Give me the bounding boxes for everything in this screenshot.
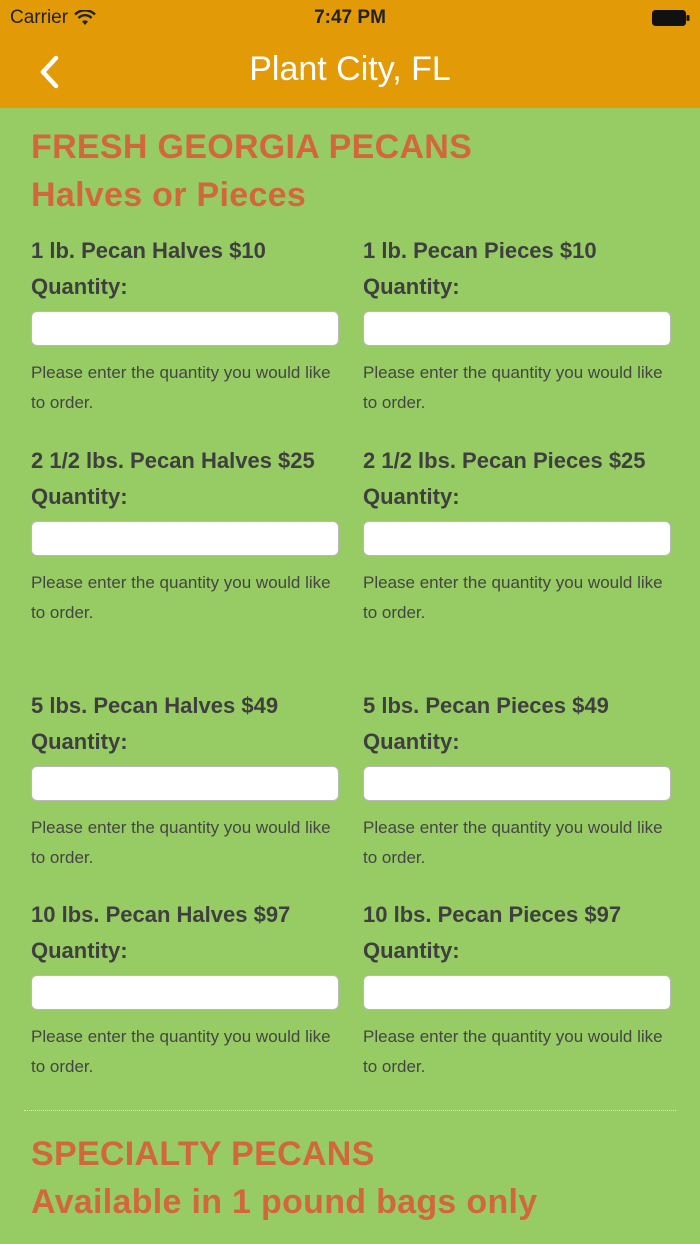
section-title-fresh-pecans: FRESH GEORGIA PECANS: [31, 128, 473, 166]
quantity-label: Quantity:: [363, 729, 460, 754]
navigation-bar: Plant City, FL: [0, 36, 700, 108]
quantity-label: Quantity:: [31, 274, 128, 299]
product-name: 2 1/2 lbs. Pecan Halves $25: [31, 448, 315, 473]
product-10lb-halves: 10 lbs. Pecan Halves $97 Quantity: Pleas…: [31, 897, 341, 1082]
product-1lb-pieces: 1 lb. Pecan Pieces $10 Quantity: Please …: [363, 233, 673, 418]
product-name: 10 lbs. Pecan Pieces $97: [363, 902, 622, 927]
help-text: Please enter the quantity you would like…: [31, 1027, 331, 1076]
quantity-label: Quantity:: [31, 484, 128, 509]
help-text: Please enter the quantity you would like…: [363, 818, 663, 867]
quantity-label: Quantity:: [363, 274, 460, 299]
help-text: Please enter the quantity you would like…: [363, 1027, 663, 1076]
product-name: 5 lbs. Pecan Halves $49: [31, 693, 279, 718]
product-name: 2 1/2 lbs. Pecan Pieces $25: [363, 448, 646, 473]
product-2-5lb-halves: 2 1/2 lbs. Pecan Halves $25 Quantity: Pl…: [31, 443, 341, 628]
status-time: 7:47 PM: [314, 7, 386, 28]
section-divider: [24, 1110, 676, 1111]
product-5lb-pieces: 5 lbs. Pecan Pieces $49 Quantity: Please…: [363, 688, 673, 873]
help-text: Please enter the quantity you would like…: [363, 573, 663, 622]
quantity-input[interactable]: [31, 311, 339, 346]
battery-icon: [652, 10, 690, 26]
help-text: Please enter the quantity you would like…: [31, 573, 331, 622]
help-text: Please enter the quantity you would like…: [363, 363, 663, 412]
product-name: 10 lbs. Pecan Halves $97: [31, 902, 291, 927]
header: Carrier 7:47 PM Plant City, FL: [0, 0, 700, 108]
quantity-input[interactable]: [363, 311, 671, 346]
quantity-input[interactable]: [31, 766, 339, 801]
quantity-input[interactable]: [363, 521, 671, 556]
help-text: Please enter the quantity you would like…: [31, 818, 331, 867]
quantity-label: Quantity:: [363, 938, 460, 963]
section-subtitle-one-pound-bags: Available in 1 pound bags only: [31, 1183, 538, 1221]
product-10lb-pieces: 10 lbs. Pecan Pieces $97 Quantity: Pleas…: [363, 897, 673, 1082]
quantity-label: Quantity:: [363, 484, 460, 509]
product-2-5lb-pieces: 2 1/2 lbs. Pecan Pieces $25 Quantity: Pl…: [363, 443, 673, 628]
quantity-input[interactable]: [31, 975, 339, 1010]
quantity-label: Quantity:: [31, 938, 128, 963]
product-name: 1 lb. Pecan Halves $10: [31, 238, 266, 263]
status-bar: Carrier 7:47 PM: [0, 0, 700, 36]
nav-title: Plant City, FL: [249, 50, 451, 88]
help-text: Please enter the quantity you would like…: [31, 363, 331, 412]
product-name: 1 lb. Pecan Pieces $10: [363, 238, 597, 263]
quantity-input[interactable]: [31, 521, 339, 556]
product-name: 5 lbs. Pecan Pieces $49: [363, 693, 609, 718]
quantity-input[interactable]: [363, 975, 671, 1010]
product-5lb-halves: 5 lbs. Pecan Halves $49 Quantity: Please…: [31, 688, 341, 873]
section-subtitle-halves-pieces: Halves or Pieces: [31, 176, 307, 214]
quantity-label: Quantity:: [31, 729, 128, 754]
section-title-specialty-pecans: SPECIALTY PECANS: [31, 1135, 375, 1173]
product-1lb-halves: 1 lb. Pecan Halves $10 Quantity: Please …: [31, 233, 341, 418]
quantity-input[interactable]: [363, 766, 671, 801]
